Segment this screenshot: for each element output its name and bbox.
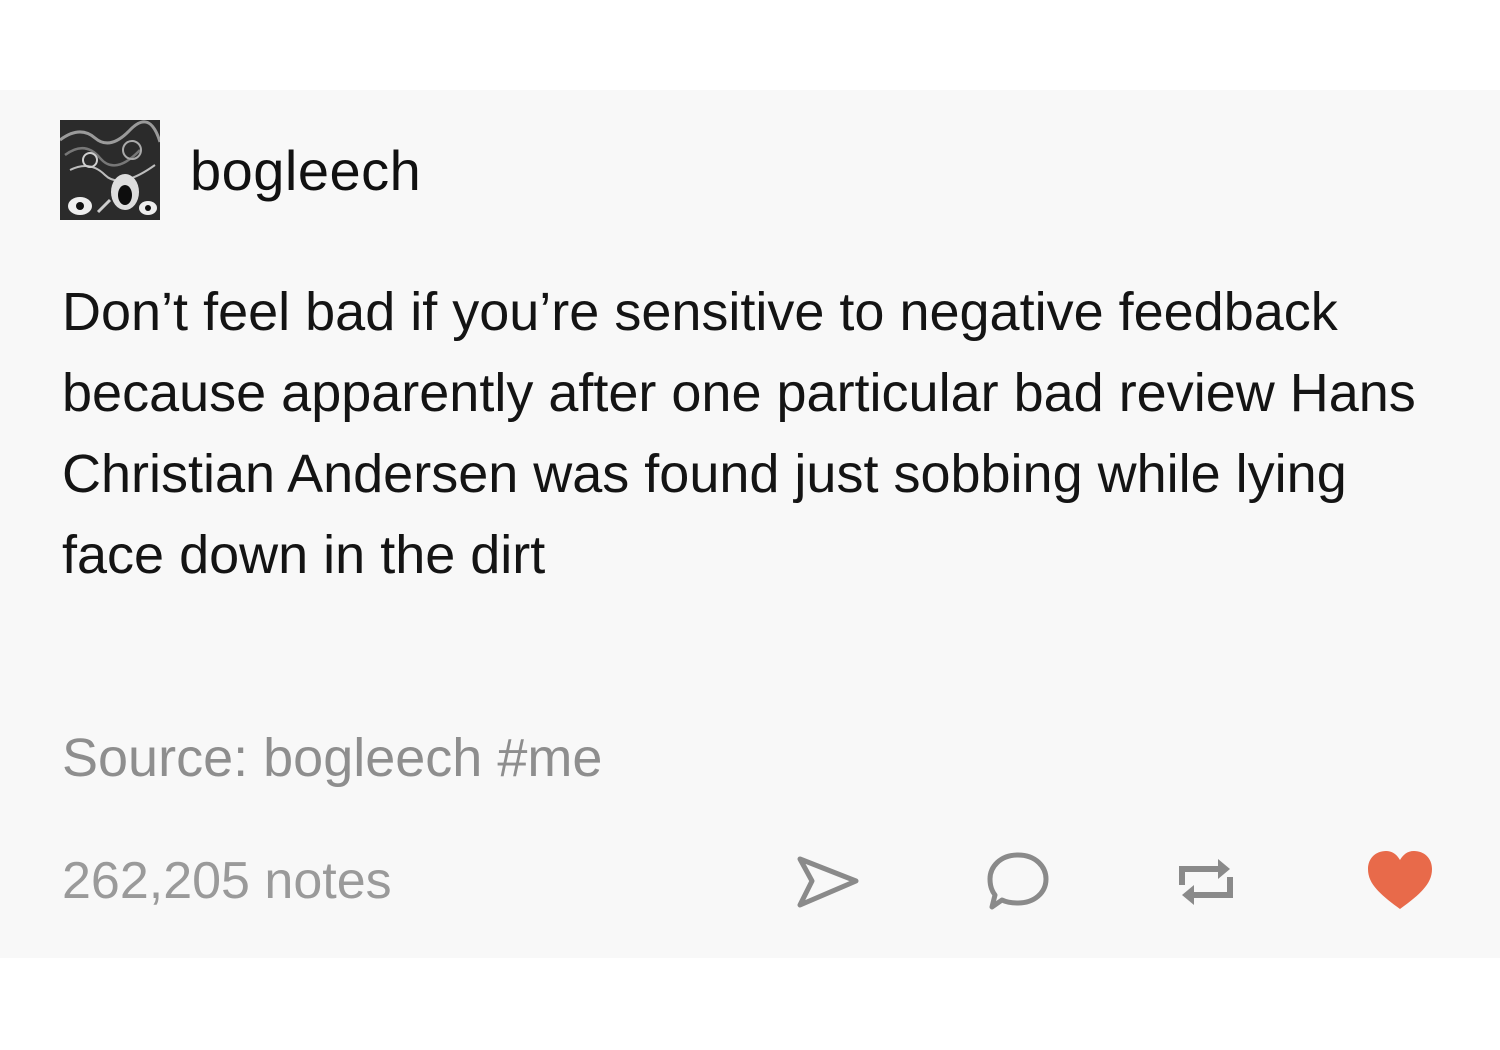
heart-icon[interactable]: [1364, 845, 1436, 917]
notes-count[interactable]: 262,205 notes: [62, 849, 392, 913]
post-card: bogleech Don’t feel bad if you’re sensit…: [0, 90, 1500, 958]
reblog-arrows-icon[interactable]: [1170, 845, 1242, 917]
source-link[interactable]: bogleech: [263, 728, 482, 788]
username[interactable]: bogleech: [190, 138, 421, 203]
hashtag-link[interactable]: #me: [497, 728, 602, 788]
post-source: Source: bogleech #me: [62, 726, 602, 790]
post-footer: 262,205 notes: [62, 845, 1442, 915]
post-header: bogleech: [60, 118, 421, 222]
speech-bubble-icon[interactable]: [982, 845, 1054, 917]
page: bogleech Don’t feel bad if you’re sensit…: [0, 0, 1500, 1050]
paper-plane-icon[interactable]: [792, 845, 864, 917]
source-label: Source:: [62, 728, 249, 788]
post-body-text: Don’t feel bad if you’re sensitive to ne…: [62, 282, 1416, 585]
avatar[interactable]: [60, 120, 160, 220]
